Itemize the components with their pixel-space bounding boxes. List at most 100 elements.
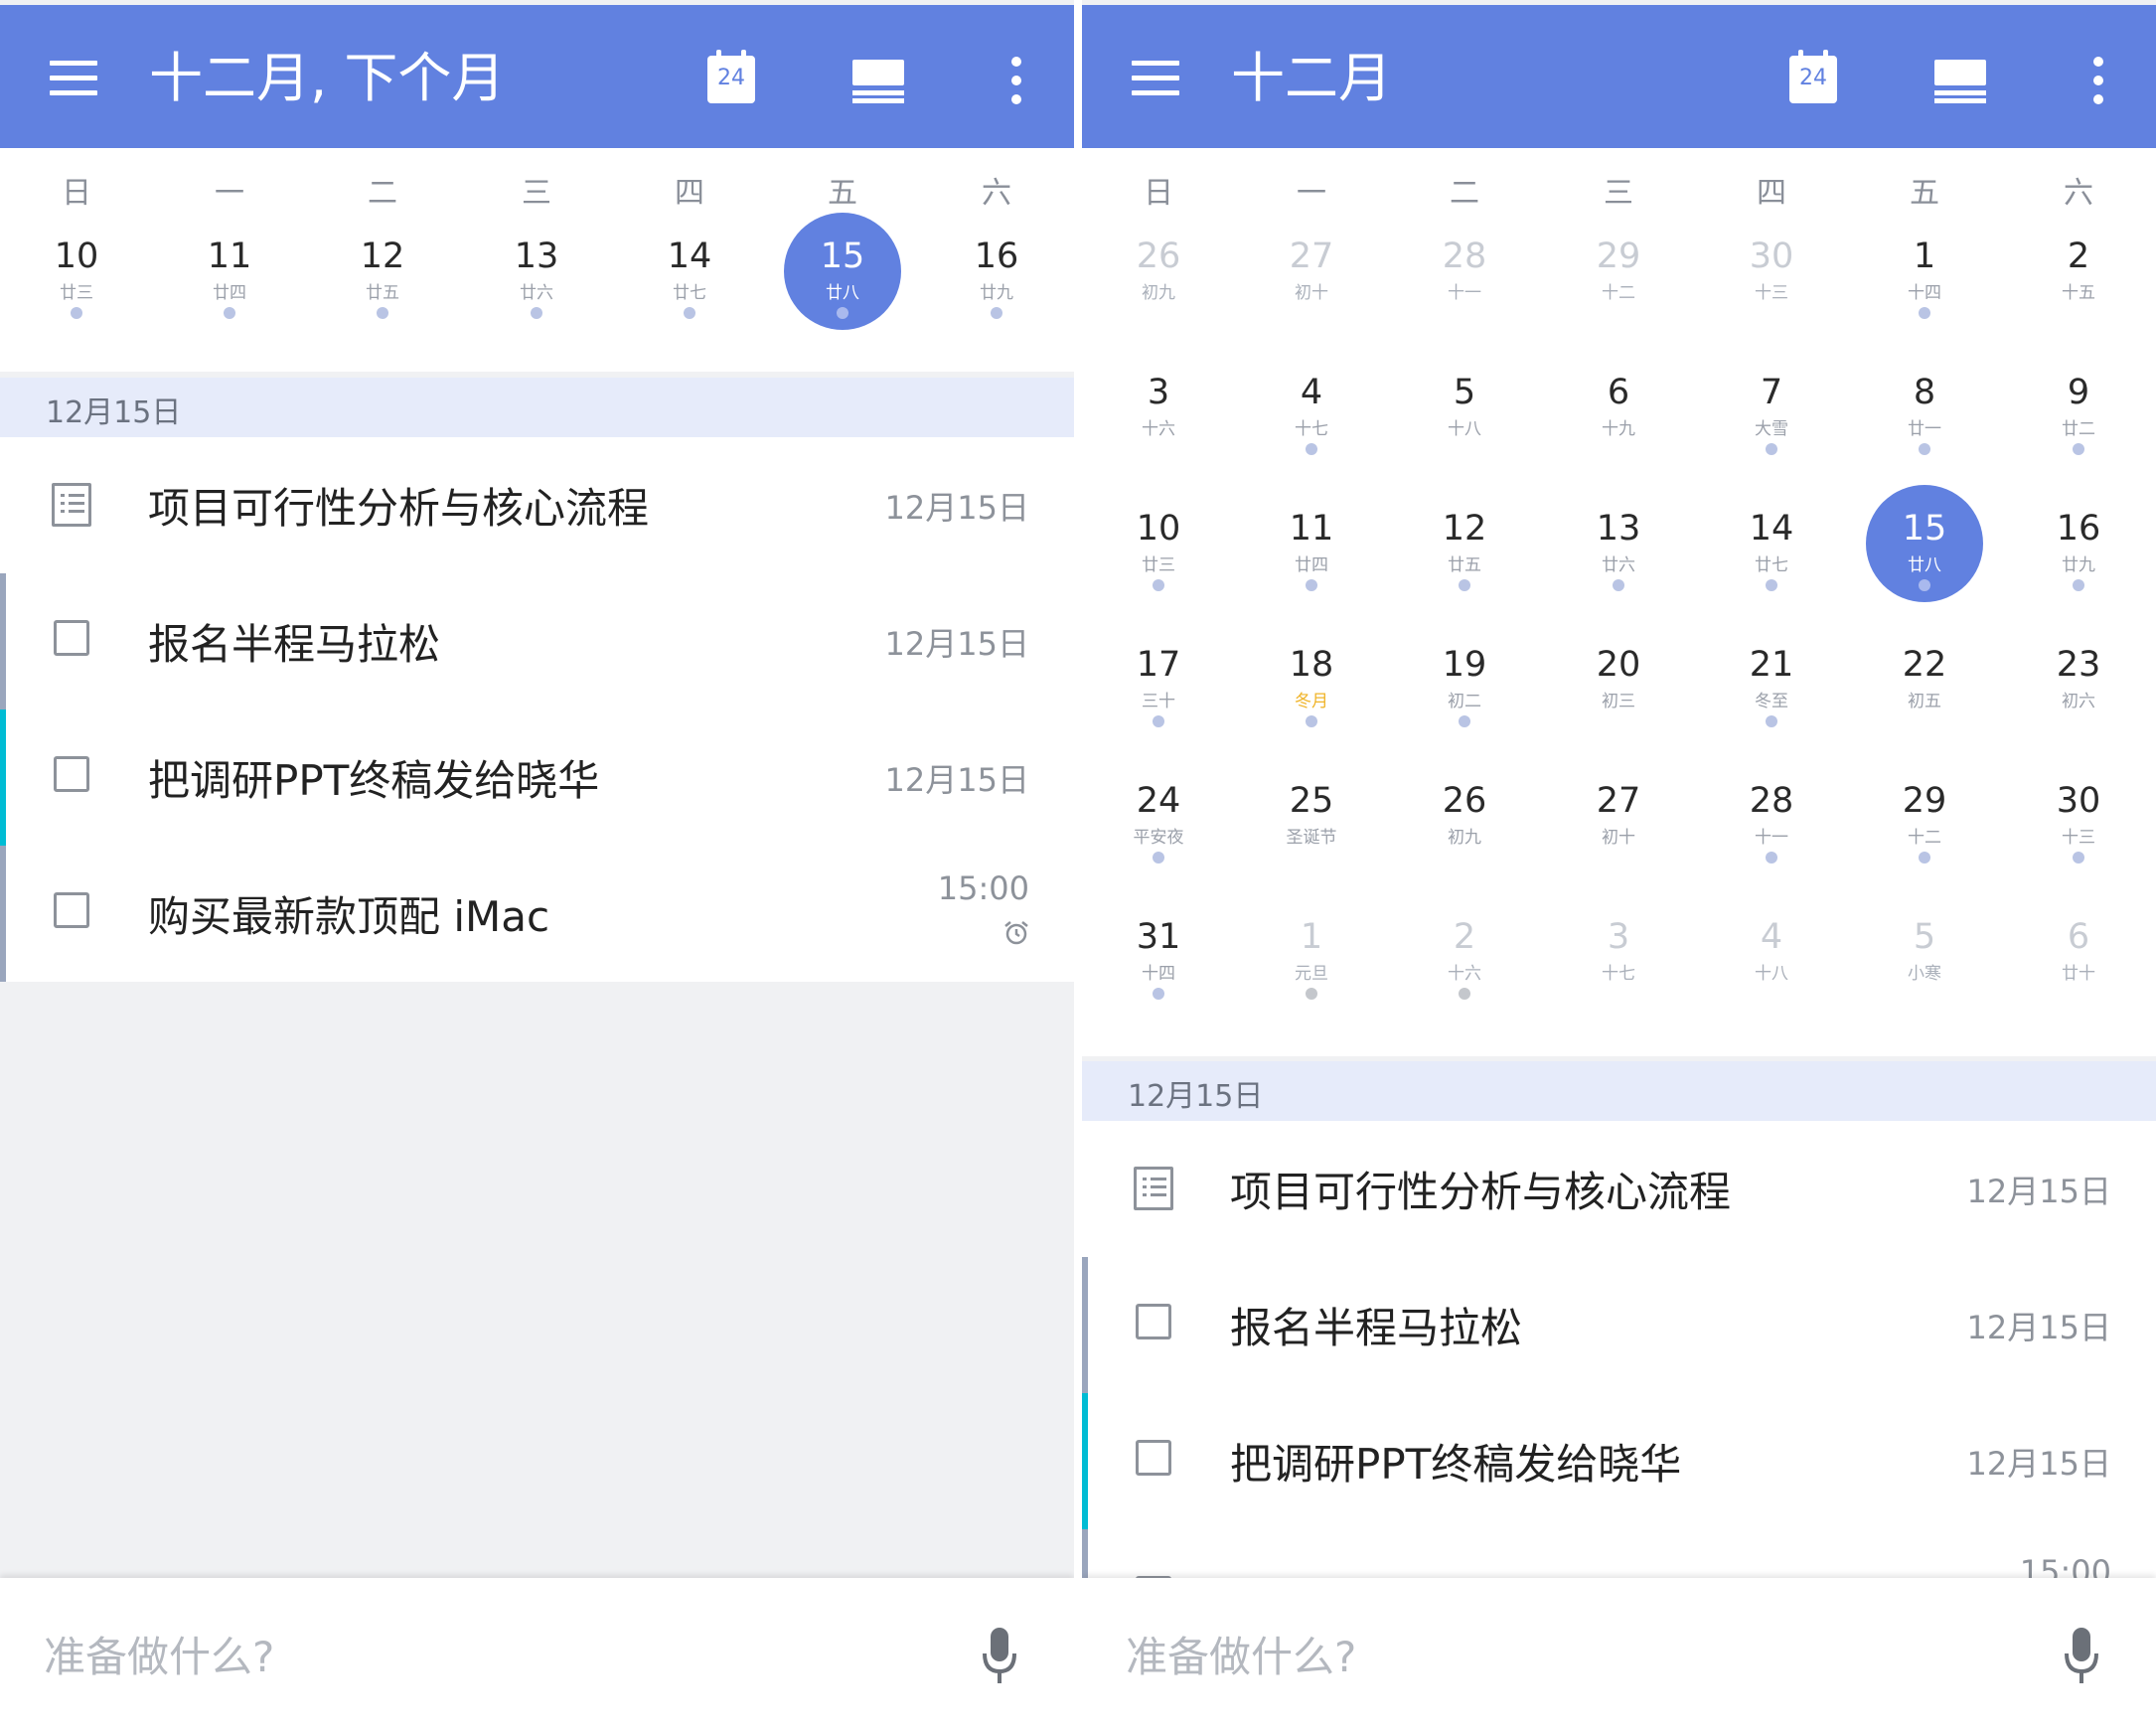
- day-cell[interactable]: 28 十一: [1695, 678, 1848, 864]
- day-cell[interactable]: 16 廿九: [2002, 405, 2155, 591]
- day-cell[interactable]: 12 廿五: [1388, 405, 1541, 591]
- day-cell[interactable]: 11 廿四: [153, 133, 306, 319]
- microphone-icon[interactable]: [2064, 1628, 2099, 1685]
- task-title[interactable]: 报名半程马拉松: [148, 611, 440, 672]
- day-number: 6: [2067, 917, 2090, 957]
- quick-add-bar[interactable]: 准备做什么?: [0, 1578, 1074, 1729]
- task-title[interactable]: 报名半程马拉松: [1230, 1295, 1522, 1355]
- day-cell[interactable]: 4 十八: [1695, 814, 1848, 984]
- day-cell[interactable]: 17 三十: [1082, 542, 1235, 727]
- task-title[interactable]: 项目可行性分析与核心流程: [148, 475, 649, 536]
- day-cell[interactable]: 21 冬至: [1695, 542, 1848, 727]
- day-cell[interactable]: 3 十六: [1082, 269, 1235, 439]
- quick-add-bar[interactable]: 准备做什么?: [1082, 1578, 2156, 1729]
- day-cell[interactable]: 3 十七: [1542, 814, 1695, 984]
- task-title[interactable]: 项目可行性分析与核心流程: [1230, 1159, 1731, 1219]
- menu-icon[interactable]: [1132, 61, 1179, 96]
- date-section-label: 12月15日: [1128, 1079, 1264, 1114]
- task-checkbox[interactable]: [54, 620, 89, 656]
- day-cell[interactable]: 16 廿九: [920, 133, 1073, 319]
- day-cell[interactable]: 6 十九: [1542, 269, 1695, 439]
- day-cell[interactable]: 1 十四: [1848, 133, 2001, 319]
- event-dot: [684, 307, 695, 319]
- calendar-today-icon[interactable]: 24: [1789, 50, 1837, 103]
- month-title[interactable]: 十二月, 下个月: [149, 49, 505, 108]
- day-cell[interactable]: 30 十三: [2002, 678, 2155, 864]
- day-cell[interactable]: 4 十七: [1235, 269, 1388, 455]
- day-cell[interactable]: 6 廿十: [2002, 814, 2155, 984]
- day-cell[interactable]: 7 大雪: [1695, 269, 1848, 455]
- day-cell[interactable]: 14 廿七: [1695, 405, 1848, 591]
- day-cell[interactable]: 15 廿八: [1848, 405, 2001, 602]
- quick-add-input[interactable]: 准备做什么?: [44, 1624, 274, 1684]
- task-row[interactable]: 把调研PPT终稿发给晓华 12月15日: [0, 709, 1074, 846]
- task-row[interactable]: 报名半程马拉松 12月15日: [0, 573, 1074, 709]
- task-title[interactable]: 购买最新款顶配 iMac: [148, 883, 549, 944]
- menu-icon[interactable]: [50, 61, 97, 96]
- day-cell[interactable]: 27 初十: [1235, 133, 1388, 303]
- task-row[interactable]: 报名半程马拉松 12月15日: [1082, 1257, 2156, 1393]
- task-title[interactable]: 把调研PPT终稿发给晓华: [1230, 1431, 1681, 1492]
- day-cell[interactable]: 18 冬月: [1235, 542, 1388, 727]
- task-checkbox[interactable]: [1136, 1304, 1171, 1339]
- view-toggle-icon[interactable]: [1934, 60, 1986, 103]
- task-row[interactable]: 把调研PPT终稿发给晓华 12月15日: [1082, 1393, 2156, 1529]
- day-cell[interactable]: 15 廿八: [766, 133, 919, 330]
- priority-bar: [0, 573, 6, 709]
- priority-bar: [1082, 1529, 1088, 1578]
- calendar-today-icon[interactable]: 24: [707, 50, 755, 103]
- note-icon: [52, 483, 91, 527]
- day-cell[interactable]: 31 十四: [1082, 814, 1235, 1000]
- task-time: 15:00: [937, 869, 1029, 907]
- day-cell[interactable]: 19 初二: [1388, 542, 1541, 727]
- day-cell[interactable]: 2 十六: [1388, 814, 1541, 1000]
- day-cell[interactable]: 1 元旦: [1235, 814, 1388, 1000]
- task-checkbox[interactable]: [54, 892, 89, 928]
- day-cell[interactable]: 9 廿二: [2002, 269, 2155, 455]
- lunar-date: 元旦: [1295, 964, 1328, 984]
- event-dot: [531, 307, 542, 319]
- day-cell[interactable]: 26 初九: [1388, 678, 1541, 848]
- day-cell[interactable]: 13 廿六: [460, 133, 613, 319]
- day-cell[interactable]: 24 平安夜: [1082, 678, 1235, 864]
- microphone-icon[interactable]: [982, 1628, 1017, 1685]
- day-cell[interactable]: 23 初六: [2002, 542, 2155, 711]
- day-cell[interactable]: 25 圣诞节: [1235, 678, 1388, 848]
- day-cell[interactable]: 27 初十: [1542, 678, 1695, 848]
- task-row[interactable]: 项目可行性分析与核心流程 12月15日: [0, 437, 1074, 573]
- day-cell[interactable]: 14 廿七: [613, 133, 766, 319]
- task-row[interactable]: 项目可行性分析与核心流程 12月15日: [1082, 1121, 2156, 1257]
- day-cell[interactable]: 12 廿五: [306, 133, 459, 319]
- day-cell[interactable]: 5 十八: [1388, 269, 1541, 439]
- task-date: 12月15日: [1966, 1445, 2111, 1483]
- day-cell[interactable]: 2 十五: [2002, 133, 2155, 303]
- event-dot: [377, 307, 388, 319]
- event-dot: [991, 307, 1002, 319]
- task-title[interactable]: 把调研PPT终稿发给晓华: [148, 747, 599, 808]
- day-cell[interactable]: 10 廿三: [0, 133, 153, 319]
- day-cell[interactable]: 26 初九: [1082, 133, 1235, 303]
- day-cell[interactable]: 30 十三: [1695, 133, 1848, 303]
- day-cell[interactable]: 13 廿六: [1542, 405, 1695, 591]
- more-vertical-icon[interactable]: [2093, 57, 2105, 104]
- task-checkbox[interactable]: [54, 756, 89, 792]
- task-row[interactable]: 购买最新款顶配 iMac 15:00: [0, 846, 1074, 982]
- task-checkbox[interactable]: [1136, 1440, 1171, 1476]
- task-date: 12月15日: [884, 625, 1029, 663]
- day-cell[interactable]: 5 小寒: [1848, 814, 2001, 984]
- day-cell[interactable]: 22 初五: [1848, 542, 2001, 711]
- task-row[interactable]: 15:00: [1082, 1529, 2156, 1578]
- more-vertical-icon[interactable]: [1011, 57, 1023, 104]
- day-cell[interactable]: 20 初三: [1542, 542, 1695, 711]
- quick-add-input[interactable]: 准备做什么?: [1126, 1624, 1356, 1684]
- day-cell[interactable]: 28 十一: [1388, 133, 1541, 303]
- priority-bar: [1082, 1257, 1088, 1393]
- month-title[interactable]: 十二月: [1231, 49, 1392, 108]
- calendar-today-day: 24: [1799, 66, 1827, 90]
- view-toggle-icon[interactable]: [852, 60, 904, 103]
- day-cell[interactable]: 10 廿三: [1082, 405, 1235, 591]
- day-cell[interactable]: 29 十二: [1542, 133, 1695, 303]
- day-cell[interactable]: 8 廿一: [1848, 269, 2001, 455]
- day-cell[interactable]: 29 十二: [1848, 678, 2001, 864]
- day-cell[interactable]: 11 廿四: [1235, 405, 1388, 591]
